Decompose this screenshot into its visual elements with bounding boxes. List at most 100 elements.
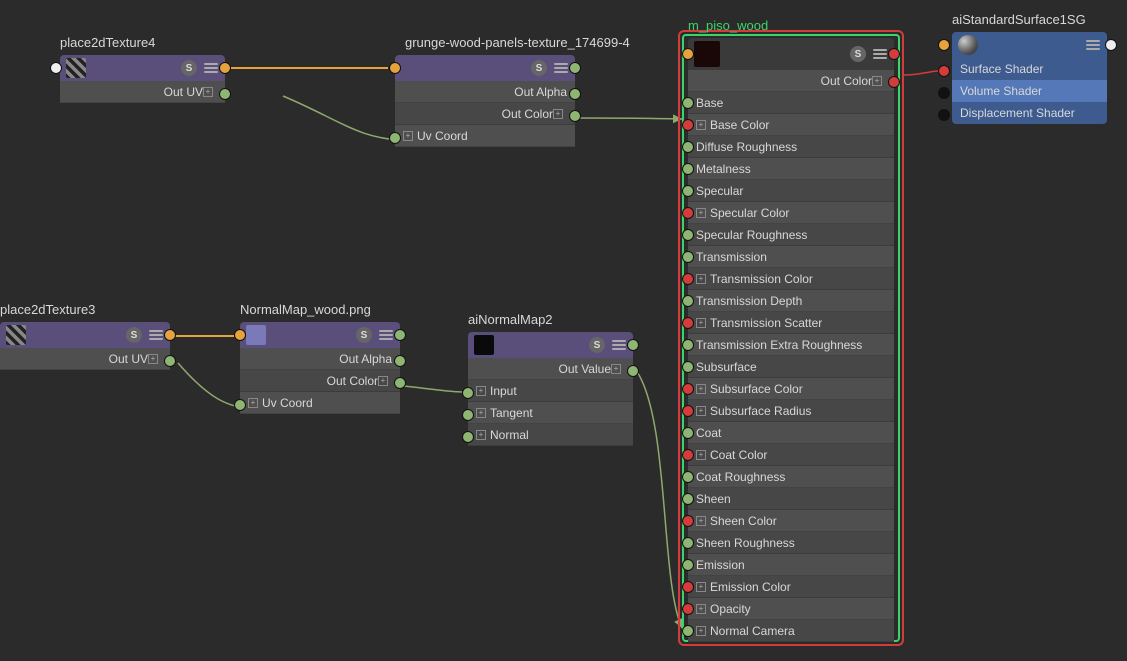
list-icon[interactable]	[1085, 37, 1101, 53]
attr-out-alpha[interactable]: Out Alpha	[395, 81, 575, 103]
expand-icon[interactable]: +	[553, 109, 563, 119]
attr-input[interactable]: +Input	[468, 380, 633, 402]
expand-icon[interactable]: +	[696, 450, 706, 460]
port-in-attr[interactable]	[682, 141, 694, 153]
expand-icon[interactable]: +	[696, 120, 706, 130]
attr-row[interactable]: +Emission Color	[688, 576, 894, 598]
attr-row[interactable]: Transmission Depth	[688, 290, 894, 312]
port-in-attr[interactable]	[682, 471, 694, 483]
attr-row[interactable]: Metalness	[688, 158, 894, 180]
port-out-header[interactable]	[627, 339, 639, 351]
port-in-attr[interactable]	[682, 449, 694, 461]
attr-row[interactable]: Base	[688, 92, 894, 114]
expand-icon[interactable]: +	[611, 364, 621, 374]
attr-out-value[interactable]: Out Value+	[468, 358, 633, 380]
port-in-attr[interactable]	[682, 383, 694, 395]
expand-icon[interactable]: +	[696, 516, 706, 526]
port-in-attr[interactable]	[682, 119, 694, 131]
attr-row[interactable]: Coat Roughness	[688, 466, 894, 488]
attr-row[interactable]: +Specular Color	[688, 202, 894, 224]
attr-row[interactable]: Transmission Extra Roughness	[688, 334, 894, 356]
port-in-surface[interactable]	[938, 65, 950, 77]
node-grunge-wood[interactable]: grunge-wood-panels-texture_174699-4 S Ou…	[395, 55, 575, 147]
attr-normal[interactable]: +Normal	[468, 424, 633, 446]
port-out-header[interactable]	[888, 48, 900, 60]
attr-out-uv[interactable]: Out UV +	[0, 348, 170, 370]
port-in-attr[interactable]	[682, 361, 694, 373]
node-header[interactable]: S	[60, 55, 225, 81]
expand-icon[interactable]: +	[872, 76, 882, 86]
port-in-attr[interactable]	[682, 405, 694, 417]
attr-row[interactable]: Sheen	[688, 488, 894, 510]
expand-icon[interactable]: +	[476, 386, 486, 396]
s-icon[interactable]: S	[589, 337, 605, 353]
port-in-header[interactable]	[389, 62, 401, 74]
attr-row[interactable]: Specular	[688, 180, 894, 202]
attr-row[interactable]: +Normal Camera	[688, 620, 894, 642]
port-in-attr[interactable]	[682, 317, 694, 329]
port-out-uv[interactable]	[219, 88, 231, 100]
list-icon[interactable]	[872, 46, 888, 62]
port-in-attr[interactable]	[682, 559, 694, 571]
port-in-attr[interactable]	[682, 603, 694, 615]
attr-tangent[interactable]: +Tangent	[468, 402, 633, 424]
port-in-attr[interactable]	[682, 97, 694, 109]
attr-row[interactable]: Subsurface	[688, 356, 894, 378]
list-icon[interactable]	[203, 60, 219, 76]
port-in-attr[interactable]	[682, 339, 694, 351]
node-header[interactable]: S	[395, 55, 575, 81]
port-out-alpha[interactable]	[394, 355, 406, 367]
expand-icon[interactable]: +	[696, 582, 706, 592]
expand-icon[interactable]: +	[476, 430, 486, 440]
port-in-attr[interactable]	[682, 427, 694, 439]
port-out-color[interactable]	[569, 110, 581, 122]
node-place2dtexture4[interactable]: place2dTexture4 S Out UV +	[60, 55, 225, 103]
attr-out-color[interactable]: Out Color+	[395, 103, 575, 125]
expand-icon[interactable]: +	[696, 208, 706, 218]
attr-uv-coord[interactable]: +Uv Coord	[240, 392, 400, 414]
port-in-header[interactable]	[938, 39, 950, 51]
port-in-attr[interactable]	[682, 625, 694, 637]
list-icon[interactable]	[378, 327, 394, 343]
expand-icon[interactable]: +	[248, 398, 258, 408]
port-out-header[interactable]	[164, 329, 176, 341]
port-out-alpha[interactable]	[569, 88, 581, 100]
attr-row[interactable]: +Sheen Color	[688, 510, 894, 532]
port-in-disp[interactable]	[938, 109, 950, 121]
expand-icon[interactable]: +	[696, 626, 706, 636]
attr-row[interactable]: +Coat Color	[688, 444, 894, 466]
s-icon[interactable]: S	[531, 60, 547, 76]
expand-icon[interactable]: +	[696, 318, 706, 328]
port-out-header[interactable]	[569, 62, 581, 74]
port-in-attr[interactable]	[682, 515, 694, 527]
port-in-normal[interactable]	[462, 431, 474, 443]
port-in-attr[interactable]	[682, 207, 694, 219]
attr-row[interactable]: Emission	[688, 554, 894, 576]
port-in-attr[interactable]	[682, 163, 694, 175]
expand-icon[interactable]: +	[148, 354, 158, 364]
expand-icon[interactable]: +	[476, 408, 486, 418]
list-icon[interactable]	[611, 337, 627, 353]
port-in-uvcoord[interactable]	[234, 399, 246, 411]
attr-disp-shader[interactable]: Displacement Shader	[952, 102, 1107, 124]
attr-uv-coord[interactable]: +Uv Coord	[395, 125, 575, 147]
attr-row[interactable]: +Opacity	[688, 598, 894, 620]
expand-icon[interactable]: +	[696, 604, 706, 614]
port-in-attr[interactable]	[682, 185, 694, 197]
expand-icon[interactable]: +	[378, 376, 388, 386]
expand-icon[interactable]: +	[696, 406, 706, 416]
port-in-volume[interactable]	[938, 87, 950, 99]
node-header[interactable]: S	[468, 332, 633, 358]
node-sg[interactable]: aiStandardSurface1SG Surface Shader Volu…	[952, 32, 1107, 124]
attr-row[interactable]: Coat	[688, 422, 894, 444]
attr-surface-shader[interactable]: Surface Shader	[952, 58, 1107, 80]
node-place2dtexture3[interactable]: place2dTexture3 S Out UV +	[0, 322, 170, 370]
port-out-color[interactable]	[888, 76, 900, 88]
expand-icon[interactable]: +	[403, 131, 413, 141]
port-in-attr[interactable]	[682, 493, 694, 505]
port-in-uvcoord[interactable]	[389, 132, 401, 144]
node-header[interactable]: S	[240, 322, 400, 348]
s-icon[interactable]: S	[181, 60, 197, 76]
port-in-tangent[interactable]	[462, 409, 474, 421]
port-in-input[interactable]	[462, 387, 474, 399]
